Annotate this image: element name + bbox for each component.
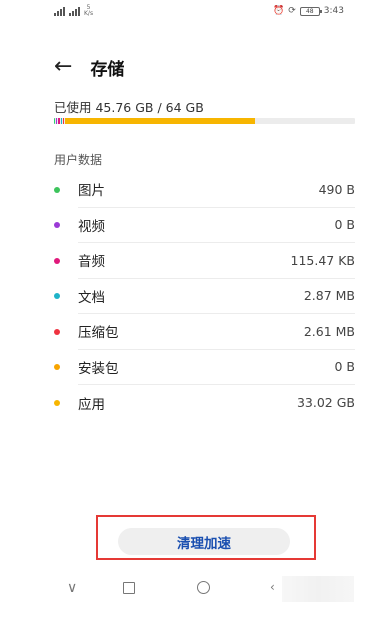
storage-usage-bar [54, 118, 355, 124]
list-item-value: 115.47 KB [290, 252, 355, 268]
list-item-label: 音频 [78, 254, 105, 271]
list-item-value: 33.02 GB [296, 395, 355, 411]
list-item-value: 0 B [334, 217, 355, 233]
category-dot-icon [54, 186, 60, 193]
storage-segment [56, 118, 58, 124]
status-left: 5 K/s [54, 5, 93, 17]
battery-icon: 48 [299, 6, 322, 16]
sync-icon: ⟳ [288, 6, 296, 16]
nav-home-icon[interactable] [197, 581, 210, 594]
storage-segment [58, 118, 60, 124]
header: ← 存储 [54, 52, 124, 82]
category-dot-icon [54, 293, 60, 300]
storage-segment [62, 118, 65, 124]
back-arrow-icon[interactable]: ← [54, 56, 72, 78]
section-title: 用户数据 [54, 153, 103, 167]
list-item-label: 应用 [78, 396, 105, 413]
category-dot-icon [54, 257, 60, 264]
signal-strength-icon [54, 6, 65, 16]
nav-back-icon[interactable]: ∨ [67, 580, 77, 596]
blurred-area [282, 576, 354, 602]
alarm-icon: ⏰ [273, 6, 285, 16]
clean-accelerate-button[interactable]: 清理加速 [118, 528, 290, 555]
signal-strength-icon-2 [69, 6, 80, 16]
list-item-archives[interactable]: 压缩包 2.61 MB [54, 314, 355, 350]
category-dot-icon [54, 328, 60, 335]
list-item-label: 视频 [78, 218, 105, 235]
list-item-apps[interactable]: 应用 33.02 GB [54, 385, 355, 421]
status-right: ⏰ ⟳ 48 3:43 [273, 6, 344, 16]
list-item-label: 压缩包 [78, 325, 119, 342]
list-item-value: 490 B [318, 181, 355, 197]
storage-segment [60, 118, 62, 124]
list-item-images[interactable]: 图片 490 B [54, 172, 355, 208]
list-item-videos[interactable]: 视频 0 B [54, 208, 355, 243]
network-speed-unit: K/s [84, 10, 94, 17]
status-bar: 5 K/s ⏰ ⟳ 48 3:43 [0, 0, 370, 22]
storage-segment [54, 118, 56, 124]
page-title: 存储 [90, 59, 125, 80]
list-item-value: 0 B [334, 359, 355, 375]
network-speed: 5 K/s [84, 5, 93, 17]
nav-recents-icon[interactable] [123, 582, 135, 594]
list-item-documents[interactable]: 文档 2.87 MB [54, 279, 355, 314]
category-dot-icon [54, 399, 60, 406]
nav-extra-icon[interactable]: ‹ [270, 580, 275, 594]
list-item-audio[interactable]: 音频 115.47 KB [54, 243, 355, 279]
storage-category-list: 图片 490 B 视频 0 B 音频 115.47 KB 文档 2.87 MB … [54, 172, 355, 421]
category-dot-icon [54, 364, 60, 371]
list-item-label: 图片 [78, 183, 105, 200]
list-item-value: 2.61 MB [303, 323, 355, 339]
list-item-value: 2.87 MB [303, 288, 355, 304]
category-dot-icon [54, 222, 60, 229]
status-time: 3:43 [323, 6, 344, 16]
list-item-label: 安装包 [78, 360, 119, 377]
list-item-label: 文档 [78, 289, 105, 306]
storage-segment [65, 118, 255, 124]
list-item-installers[interactable]: 安装包 0 B [54, 350, 355, 385]
storage-usage-text: 已使用 45.76 GB / 64 GB [54, 100, 204, 115]
